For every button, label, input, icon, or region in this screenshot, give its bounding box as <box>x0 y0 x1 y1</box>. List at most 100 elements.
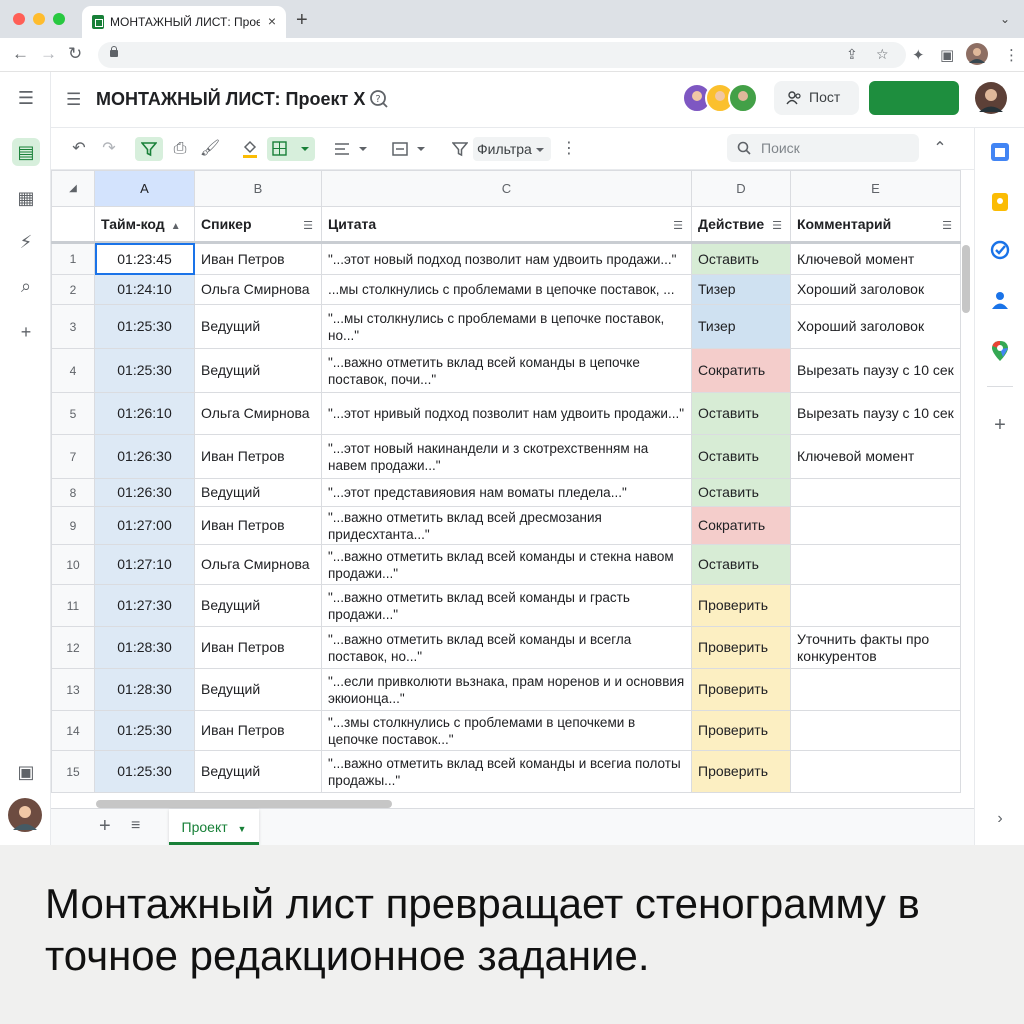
action-cell[interactable]: Оставить <box>691 434 791 479</box>
speaker-cell[interactable]: Иван Петров <box>194 242 322 275</box>
row-number-blank[interactable] <box>51 206 95 244</box>
contacts-icon[interactable] <box>990 290 1010 310</box>
speaker-cell[interactable]: Ольга Смирнова <box>194 544 322 585</box>
align-dropdown[interactable] <box>333 137 373 161</box>
more-options-icon[interactable]: ⋮ <box>559 137 579 161</box>
help-search-icon[interactable]: ? <box>369 89 389 109</box>
close-window-button[interactable] <box>13 13 25 25</box>
comment-cell[interactable]: Хороший заголовок <box>790 274 961 305</box>
print-icon[interactable]: ⎙ <box>167 137 193 161</box>
table-row[interactable]: 13 01:28:30 Ведущий "...если привколюти вьз… <box>51 668 961 711</box>
timecode-cell[interactable]: 01:25:30 <box>94 750 195 793</box>
row-number[interactable]: 2 <box>51 274 95 305</box>
comment-cell[interactable] <box>790 750 961 793</box>
horizontal-scrollbar[interactable] <box>96 800 392 808</box>
quote-cell[interactable]: "...этот новый подход позволит нам удвои… <box>321 242 692 275</box>
timecode-cell[interactable]: 01:28:30 <box>94 668 195 711</box>
calendar-icon[interactable] <box>990 142 1010 162</box>
row-number[interactable]: 8 <box>51 478 95 507</box>
row-number[interactable]: 3 <box>51 304 95 349</box>
expand-panel-chevron-icon[interactable]: › <box>989 808 1011 830</box>
action-cell[interactable]: Проверить <box>691 626 791 669</box>
speaker-cell[interactable]: Иван Петров <box>194 434 322 479</box>
post-button[interactable]: Пост <box>774 81 859 115</box>
table-row[interactable]: 4 01:25:30 Ведущий "...важно отметить вклад… <box>51 348 961 393</box>
paint-format-icon[interactable]: 🖌 <box>197 137 223 161</box>
timecode-cell[interactable]: 01:27:30 <box>94 584 195 627</box>
timecode-cell[interactable]: 01:23:45 <box>94 242 195 275</box>
speaker-cell[interactable]: Ведущий <box>194 304 322 349</box>
speaker-cell[interactable]: Ведущий <box>194 478 322 507</box>
browser-tab[interactable]: МОНТАЖНЫЙ ЛИСТ: Проект × <box>82 6 286 38</box>
timecode-cell[interactable]: 01:27:10 <box>94 544 195 585</box>
collapse-toolbar-chevron-icon[interactable]: ⌃ <box>929 137 951 161</box>
table-row[interactable]: 12 01:28:30 Иван Петров "...важно отметить … <box>51 626 961 669</box>
action-cell[interactable]: Оставить <box>691 392 791 435</box>
maximize-window-button[interactable] <box>53 13 65 25</box>
quote-cell[interactable]: "...этот представияовия нам воматы пледе… <box>321 478 692 507</box>
comment-cell[interactable] <box>790 710 961 751</box>
new-tab-button[interactable]: + <box>296 9 308 32</box>
comment-cell[interactable]: Вырезать паузу с 10 сек <box>790 392 961 435</box>
action-cell[interactable]: Тизер <box>691 304 791 349</box>
document-title[interactable]: МОНТАЖНЫЙ ЛИСТ: Проект X <box>96 89 365 110</box>
timecode-cell[interactable]: 01:26:30 <box>94 434 195 479</box>
timecode-cell[interactable]: 01:25:30 <box>94 710 195 751</box>
column-header-c[interactable]: C <box>321 170 692 207</box>
extensions-puzzle-icon[interactable]: ✦ <box>912 46 925 64</box>
table-row[interactable]: 14 01:25:30 Иван Петров "...змы столкнулись… <box>51 710 961 751</box>
field-header-timecode[interactable]: Тайм-код ▲ <box>94 206 195 244</box>
quote-cell[interactable]: "...мы столкнулись с проблемами в цепочк… <box>321 304 692 349</box>
timecode-cell[interactable]: 01:27:00 <box>94 506 195 545</box>
sheet-tab-dropdown-icon[interactable]: ▼ <box>238 824 247 834</box>
share-icon[interactable]: ⇪ <box>846 46 858 63</box>
speaker-cell[interactable]: Ведущий <box>194 348 322 393</box>
quote-cell[interactable]: "...важно отметить вклад всей команды и … <box>321 544 692 585</box>
row-number[interactable]: 9 <box>51 506 95 545</box>
action-cell[interactable]: Сократить <box>691 506 791 545</box>
side-panel-icon[interactable]: ▣ <box>940 46 954 64</box>
add-calendar-icon[interactable]: ▣ <box>12 758 40 786</box>
action-cell[interactable]: Проверить <box>691 710 791 751</box>
tab-close-icon[interactable]: × <box>268 13 276 29</box>
speaker-cell[interactable]: Иван Петров <box>194 626 322 669</box>
collaborator-avatars[interactable] <box>682 83 762 113</box>
share-button[interactable] <box>869 81 959 115</box>
comment-cell[interactable]: Ключевой момент <box>790 242 961 275</box>
quote-cell[interactable]: "...важно отметить вклад всей команды и … <box>321 626 692 669</box>
column-filter-icon[interactable]: ☰ <box>772 219 782 232</box>
row-number[interactable]: 7 <box>51 434 95 479</box>
hamburger-menu-icon[interactable]: ☰ <box>12 84 40 112</box>
table-row[interactable]: 9 01:27:00 Иван Петров "...важно отметить в… <box>51 506 961 545</box>
magic-wand-icon[interactable]: ⚡ <box>12 228 40 256</box>
select-all-corner[interactable]: ◢ <box>51 170 95 207</box>
reload-icon[interactable]: ↻ <box>68 44 82 64</box>
spreadsheet-grid[interactable]: ◢ A B C D E Тайм-код ▲ Спикер ☰ Цитата ☰ Де… <box>51 170 974 798</box>
comment-cell[interactable]: Хороший заголовок <box>790 304 961 349</box>
table-row[interactable]: 3 01:25:30 Ведущий "...мы столкнулись с про… <box>51 304 961 349</box>
sort-asc-icon[interactable]: ▲ <box>171 221 181 232</box>
add-icon[interactable]: + <box>12 318 40 346</box>
speaker-cell[interactable]: Иван Петров <box>194 506 322 545</box>
filter-toggle-icon[interactable] <box>135 137 163 161</box>
row-number[interactable]: 4 <box>51 348 95 393</box>
get-addons-icon[interactable]: + <box>989 414 1011 436</box>
table-row[interactable]: 7 01:26:30 Иван Петров "...этот новый накин… <box>51 434 961 479</box>
quote-cell[interactable]: "...важно отметить вклад всей команды и … <box>321 750 692 793</box>
field-header-comment[interactable]: Комментарий ☰ <box>790 206 961 244</box>
comment-cell[interactable]: Вырезать паузу с 10 сек <box>790 348 961 393</box>
column-header-b[interactable]: B <box>194 170 322 207</box>
column-filter-icon[interactable]: ☰ <box>303 219 313 232</box>
apps-grid-icon[interactable]: ▦ <box>12 184 40 212</box>
filter-views-dropdown[interactable]: Фильтра <box>473 137 551 161</box>
column-header-d[interactable]: D <box>691 170 791 207</box>
table-row[interactable]: 8 01:26:30 Ведущий "...этот представияовия … <box>51 478 961 507</box>
field-header-action[interactable]: Действие ☰ <box>691 206 791 244</box>
column-filter-icon[interactable]: ☰ <box>673 219 683 232</box>
table-row[interactable]: 2 01:24:10 Ольга Смирнова ...мы столкнулись… <box>51 274 961 305</box>
speaker-cell[interactable]: Ольга Смирнова <box>194 392 322 435</box>
account-avatar[interactable] <box>975 82 1007 114</box>
search-icon[interactable]: ⌕ <box>12 272 40 300</box>
comment-cell[interactable] <box>790 506 961 545</box>
table-row[interactable]: 1 01:23:45 Иван Петров "...этот новый подхо… <box>51 242 961 275</box>
